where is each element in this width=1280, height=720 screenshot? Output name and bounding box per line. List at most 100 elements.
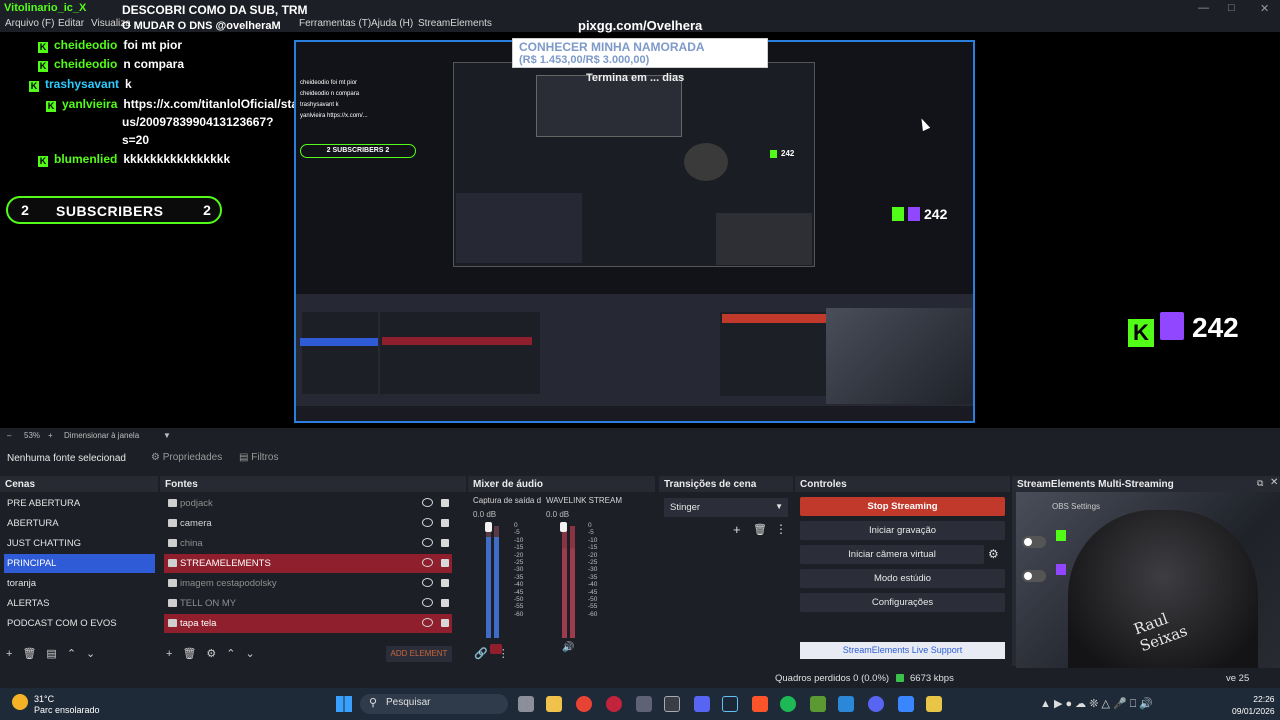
add-icon[interactable]: + <box>6 648 12 660</box>
volume-meter <box>494 526 499 638</box>
eye-icon[interactable] <box>422 518 433 527</box>
add-icon[interactable]: + <box>733 522 741 537</box>
app-icon[interactable] <box>926 696 942 712</box>
scene-item[interactable]: PODCAST COM O EVOS <box>4 614 155 633</box>
volume-slider[interactable] <box>485 522 492 532</box>
source-item[interactable]: tapa tela <box>164 614 452 633</box>
app-icon[interactable] <box>810 696 826 712</box>
properties-button[interactable]: ⚙ Propriedades <box>145 449 228 467</box>
lock-icon[interactable] <box>441 619 449 627</box>
menu-dots-icon[interactable]: ⋮ <box>498 648 509 660</box>
eye-icon[interactable] <box>422 558 433 567</box>
settings-button[interactable]: Configurações <box>800 593 1005 612</box>
popout-icon[interactable]: ⧉ <box>1257 478 1263 489</box>
chevron-down-icon[interactable]: ⌄ <box>246 648 255 660</box>
scene-item[interactable]: JUST CHATTING <box>4 534 155 553</box>
menu-file[interactable]: Arquivo (F) <box>5 18 54 29</box>
chevron-up-icon[interactable]: ⌃ <box>226 648 235 660</box>
source-item[interactable]: podjack <box>164 494 452 513</box>
db-tick: -50 <box>514 596 524 604</box>
trash-icon[interactable]: 🗑 <box>22 648 36 660</box>
studio-mode-button[interactable]: Modo estúdio <box>800 569 1005 588</box>
speaker-icon[interactable]: 🔊 <box>562 642 574 653</box>
menu-help[interactable]: Ajuda (H) <box>371 18 413 29</box>
source-item[interactable]: TELL ON MY <box>164 594 452 613</box>
scene-item[interactable]: ALERTAS <box>4 594 155 613</box>
filter-icon[interactable]: ▤ <box>46 648 56 660</box>
eye-icon[interactable] <box>422 578 433 587</box>
trash-icon[interactable]: 🗑 <box>182 648 196 660</box>
lock-icon[interactable] <box>441 499 449 507</box>
transition-select[interactable]: Stinger ▼ <box>664 498 788 517</box>
scene-item[interactable]: PRE ABERTURA <box>4 494 155 513</box>
add-element-button[interactable]: ADD ELEMENT <box>386 646 452 662</box>
chevron-down-icon[interactable]: ⌄ <box>86 648 95 660</box>
app-icon[interactable] <box>694 696 710 712</box>
eye-icon[interactable] <box>422 598 433 607</box>
eye-icon[interactable] <box>422 618 433 627</box>
menu-edit[interactable]: Editar <box>58 18 84 29</box>
scene-item[interactable]: ABERTURA <box>4 514 155 533</box>
add-icon[interactable]: + <box>166 648 172 660</box>
close-icon[interactable]: ✕ <box>1270 477 1278 488</box>
link-icon[interactable]: 🔗 <box>474 648 488 660</box>
lock-icon[interactable] <box>441 559 449 567</box>
goal-widget: CONHECER MINHA NAMORADA (R$ 1.453,00/R$ … <box>512 38 768 68</box>
spotify-icon[interactable] <box>780 696 796 712</box>
source-item[interactable]: STREAMELEMENTS <box>164 554 452 573</box>
tray-icons[interactable]: ▲ ▶ ● ☁ ❊ △ 🎤 ⎕ 🔊 <box>1040 697 1153 711</box>
close-icon[interactable]: ✕ <box>1260 2 1269 15</box>
volume-slider[interactable] <box>560 522 567 532</box>
taskbar-search[interactable]: ⚲ Pesquisar <box>360 694 508 714</box>
se-live-support-button[interactable]: StreamElements Live Support <box>800 642 1005 659</box>
db-tick: -50 <box>588 596 598 604</box>
zoom-out-button[interactable]: – <box>7 431 11 440</box>
virtual-camera-button[interactable]: Iniciar câmera virtual <box>800 545 984 564</box>
app-icon[interactable] <box>898 696 914 712</box>
menu-streamelements[interactable]: StreamElements <box>418 18 492 29</box>
taskbar-clock[interactable]: 22:26 09/01/2026 <box>1232 693 1275 717</box>
preview-canvas[interactable]: Vitolinario_ic_X DESCOBRI COMO DA SUB, T… <box>0 2 1280 428</box>
menu-tools[interactable]: Ferramentas (T) <box>299 18 371 29</box>
gear-icon[interactable]: ⚙ <box>988 547 999 561</box>
stop-streaming-button[interactable]: Stop Streaming <box>800 497 1005 516</box>
source-item[interactable]: camera <box>164 514 452 533</box>
chevron-up-icon[interactable]: ⌃ <box>67 648 76 660</box>
app-icon[interactable] <box>636 696 652 712</box>
scene-item-selected[interactable]: PRINCIPAL <box>4 554 155 573</box>
gear-icon[interactable]: ⚙ <box>206 648 216 660</box>
app-icon[interactable] <box>838 696 854 712</box>
minimize-icon[interactable]: — <box>1198 2 1209 14</box>
eye-icon[interactable] <box>422 498 433 507</box>
steam-icon[interactable] <box>722 696 738 712</box>
obs-window: Arquivo (F) Editar Visualiza Ferramentas… <box>0 0 1280 720</box>
menu-dots-icon[interactable]: ⋮ <box>775 522 787 536</box>
maximize-icon[interactable]: □ <box>1228 2 1235 14</box>
obs-icon[interactable] <box>664 696 680 712</box>
source-item[interactable]: imagem cestapodolsky <box>164 574 452 593</box>
eye-icon[interactable] <box>422 538 433 547</box>
task-view-icon[interactable] <box>518 696 534 712</box>
start-recording-button[interactable]: Iniciar gravação <box>800 521 1005 540</box>
multistream-title: StreamElements Multi-Streaming <box>1017 479 1174 490</box>
chevron-down-icon[interactable]: ▼ <box>163 431 171 440</box>
zoom-in-button[interactable]: + <box>48 431 53 440</box>
toggle-switch[interactable] <box>1022 536 1046 548</box>
file-explorer-icon[interactable] <box>546 696 562 712</box>
brave-icon[interactable] <box>752 696 768 712</box>
lock-icon[interactable] <box>441 519 449 527</box>
opera-icon[interactable] <box>606 696 622 712</box>
lock-icon[interactable] <box>441 599 449 607</box>
filters-button[interactable]: ▤ Filtros <box>233 449 284 467</box>
toggle-switch[interactable] <box>1022 570 1046 582</box>
db-tick: -20 <box>588 551 598 559</box>
lock-icon[interactable] <box>441 579 449 587</box>
scene-item[interactable]: toranja <box>4 574 155 593</box>
fit-to-window[interactable]: Dimensionar à janela <box>64 431 139 440</box>
windows-start-icon[interactable] <box>336 696 352 712</box>
source-item[interactable]: china <box>164 534 452 553</box>
lock-icon[interactable] <box>441 539 449 547</box>
discord-icon[interactable] <box>868 696 884 712</box>
chrome-icon[interactable] <box>576 696 592 712</box>
trash-icon[interactable]: 🗑 <box>753 523 767 536</box>
